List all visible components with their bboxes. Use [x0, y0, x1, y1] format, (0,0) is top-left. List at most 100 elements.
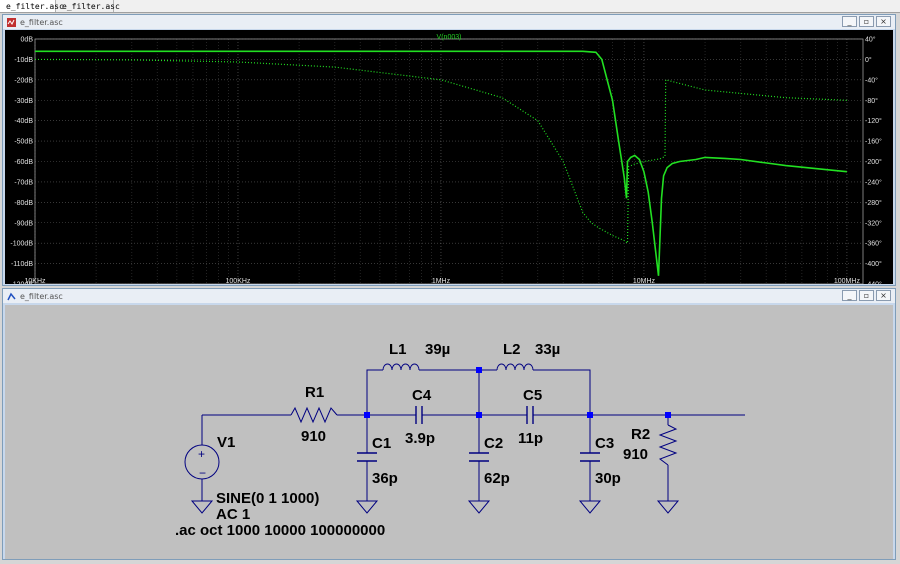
l2-inductor-symbol[interactable]: [496, 363, 534, 371]
l1-name-label[interactable]: L1: [389, 341, 407, 358]
ground-icon: [578, 500, 602, 514]
window-title: e_filter.asc: [20, 17, 63, 27]
magnitude-tick-label: -60dB: [14, 159, 33, 166]
c1-name-label[interactable]: C1: [372, 435, 391, 452]
magnitude-tick-label: 0dB: [21, 37, 34, 44]
phase-trace[interactable]: [34, 58, 847, 245]
phase-tick-label: -120°: [865, 117, 882, 125]
c2-capacitor-symbol[interactable]: [469, 452, 489, 462]
schematic-drawing[interactable]: + − R1 910 L1 39µ L2 33µ C4 3.9p C5 11p …: [5, 305, 893, 559]
close-button[interactable]: ×: [876, 290, 891, 301]
tab-label: e_filter.asc: [62, 1, 120, 11]
magnitude-tick-label: -30dB: [14, 98, 33, 105]
junction-dot: [476, 412, 482, 418]
svg-text:+: +: [198, 447, 205, 461]
c5-capacitor-symbol[interactable]: [517, 406, 543, 424]
magnitude-tick-label: -50dB: [14, 139, 33, 146]
phase-tick-label: -160°: [865, 138, 882, 146]
ac-directive[interactable]: .ac oct 1000 10000 100000000: [175, 522, 385, 539]
frequency-axis: 10KHz 100KHz 1MHz 10MHz 100MHz: [24, 278, 861, 285]
magnitude-tick-label: -20dB: [14, 77, 33, 84]
schematic-window: e_filter.asc _ ▫ × + − R1 910 L1 39µ L2 …: [2, 288, 896, 560]
l2-name-label[interactable]: L2: [503, 341, 521, 358]
phase-tick-label: -320°: [865, 219, 882, 227]
plot-grid: [34, 38, 864, 285]
r2-name-label[interactable]: R2: [631, 426, 650, 443]
magnitude-tick-label: -10dB: [14, 57, 33, 64]
frequency-tick-label: 1MHz: [432, 278, 451, 284]
phase-axis: 40° 0° -40° -80° -120° -160° -200° -240° -280° -3…: [865, 36, 882, 289]
frequency-tick-label: 10MHz: [633, 278, 656, 284]
v1-value-label[interactable]: SINE(0 1 1000): [216, 490, 319, 507]
ground-icon: [467, 500, 491, 514]
v1-ac-label[interactable]: AC 1: [216, 506, 250, 523]
tab-schematic[interactable]: e_filter.asc: [56, 0, 120, 12]
restore-button[interactable]: ▫: [859, 290, 874, 301]
r1-value-label[interactable]: 910: [301, 428, 326, 445]
magnitude-tick-label: -110dB: [11, 261, 33, 268]
frequency-tick-label: 100MHz: [834, 278, 861, 284]
l2-value-label[interactable]: 33µ: [535, 341, 560, 358]
c3-name-label[interactable]: C3: [595, 435, 614, 452]
c3-capacitor-symbol[interactable]: [580, 452, 600, 462]
c1-value-label[interactable]: 36p: [372, 470, 398, 487]
wires: [201, 369, 745, 501]
c1-capacitor-symbol[interactable]: [357, 452, 377, 462]
magnitude-tick-label: -40dB: [14, 118, 33, 125]
r2-resistor-symbol[interactable]: [658, 424, 678, 466]
minimize-button[interactable]: _: [842, 290, 857, 301]
schematic-icon: [7, 292, 16, 300]
close-button[interactable]: ×: [876, 16, 891, 27]
bode-plot[interactable]: 0dB -10dB -20dB -30dB -40dB -50dB -60dB -70dB -8…: [5, 30, 893, 289]
document-tab-bar: e_filter.asc e_filter.asc: [0, 0, 900, 13]
waveform-icon: [7, 17, 16, 27]
phase-tick-label: -280°: [865, 199, 882, 207]
phase-tick-label: -400°: [865, 260, 882, 268]
c4-capacitor-symbol[interactable]: [408, 406, 430, 424]
phase-tick-label: -40°: [865, 76, 878, 84]
phase-tick-label: -440°: [865, 281, 882, 285]
c5-value-label[interactable]: 11p: [518, 430, 543, 447]
junction-dot: [665, 412, 671, 418]
c4-name-label[interactable]: C4: [412, 387, 432, 404]
phase-tick-label: -360°: [865, 240, 882, 248]
waveform-window: e_filter.asc _ ▫ × 0dB -10dB -20dB -30dB -40…: [2, 14, 896, 289]
r1-resistor-symbol[interactable]: [290, 406, 338, 424]
frequency-tick-label: 10KHz: [24, 278, 46, 284]
schematic-canvas[interactable]: + − R1 910 L1 39µ L2 33µ C4 3.9p C5 11p …: [5, 305, 893, 559]
c3-value-label[interactable]: 30p: [595, 470, 621, 487]
svg-text:−: −: [199, 466, 206, 480]
wire: [366, 369, 383, 415]
c5-name-label[interactable]: C5: [523, 387, 542, 404]
magnitude-axis: 0dB -10dB -20dB -30dB -40dB -50dB -60dB -70dB -8…: [10, 37, 34, 289]
l1-value-label[interactable]: 39µ: [425, 341, 450, 358]
trace-label[interactable]: V(n003): [437, 34, 462, 41]
junction-dot: [587, 412, 593, 418]
plot-area[interactable]: 0dB -10dB -20dB -30dB -40dB -50dB -60dB -70dB -8…: [5, 30, 893, 289]
frequency-tick-label: 100KHz: [226, 278, 251, 284]
v1-name-label[interactable]: V1: [217, 434, 235, 451]
c2-value-label[interactable]: 62p: [484, 470, 510, 487]
ground-icon: [656, 500, 680, 514]
schematic-window-titlebar[interactable]: e_filter.asc _ ▫ ×: [3, 289, 895, 303]
tab-waveform[interactable]: e_filter.asc: [0, 0, 64, 12]
phase-tick-label: -240°: [865, 178, 882, 186]
c4-value-label[interactable]: 3.9p: [405, 430, 435, 447]
ground-icon: [355, 500, 379, 514]
r2-value-label[interactable]: 910: [623, 446, 648, 463]
magnitude-tick-label: -80dB: [14, 200, 33, 207]
magnitude-tick-label: -90dB: [14, 220, 33, 227]
phase-tick-label: 0°: [865, 56, 872, 64]
v1-source-symbol[interactable]: + −: [184, 444, 220, 480]
l1-inductor-symbol[interactable]: [382, 363, 420, 371]
magnitude-tick-label: -100dB: [10, 241, 33, 248]
phase-tick-label: -80°: [865, 97, 878, 105]
minimize-button[interactable]: _: [842, 16, 857, 27]
restore-button[interactable]: ▫: [859, 16, 874, 27]
window-title: e_filter.asc: [20, 291, 63, 301]
c2-name-label[interactable]: C2: [484, 435, 503, 452]
phase-tick-label: 40°: [865, 36, 876, 44]
waveform-window-titlebar[interactable]: e_filter.asc _ ▫ ×: [3, 15, 895, 29]
phase-tick-label: -200°: [865, 158, 882, 166]
r1-name-label[interactable]: R1: [305, 384, 324, 401]
